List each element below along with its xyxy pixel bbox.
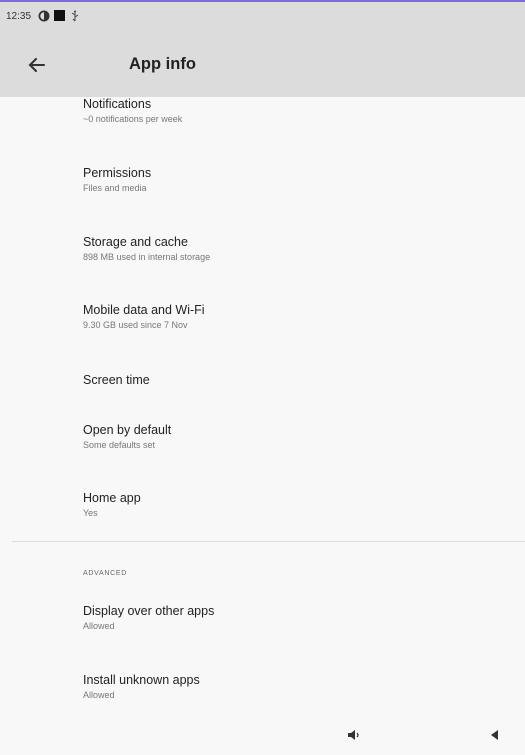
setting-subtitle: Allowed [83, 690, 115, 700]
setting-subtitle: 898 MB used in internal storage [83, 252, 211, 262]
settings-item-display-over-apps[interactable]: Display over other apps Allowed [83, 604, 503, 632]
setting-subtitle: Files and media [83, 183, 147, 193]
volume-icon[interactable] [346, 728, 362, 742]
settings-item-install-unknown-apps[interactable]: Install unknown apps Allowed [83, 673, 503, 701]
setting-title: Storage and cache [83, 235, 188, 249]
setting-subtitle: Yes [83, 508, 98, 518]
setting-title: Open by default [83, 423, 172, 437]
arrow-back-icon[interactable] [22, 50, 52, 80]
settings-item-screen-time[interactable]: Screen time [83, 373, 503, 388]
settings-item-storage[interactable]: Storage and cache 898 MB used in interna… [83, 235, 503, 263]
settings-item-permissions[interactable]: Permissions Files and media [83, 166, 503, 194]
setting-title: Screen time [83, 373, 150, 387]
setting-title: Install unknown apps [83, 673, 200, 687]
app-bar: App info [0, 34, 525, 97]
setting-title: Notifications [83, 97, 152, 111]
navigation-bar [0, 717, 525, 755]
setting-subtitle: ~0 notifications per week [83, 114, 183, 124]
page-title: App info [129, 55, 196, 73]
settings-item-open-by-default[interactable]: Open by default Some defaults set [83, 423, 503, 451]
usb-icon [71, 10, 79, 22]
settings-item-notifications[interactable]: Notifications ~0 notifications per week [83, 97, 503, 125]
setting-title: Home app [83, 491, 141, 505]
settings-item-home-app[interactable]: Home app Yes [83, 491, 503, 519]
setting-title: Mobile data and Wi-Fi [83, 303, 205, 317]
status-bar: 12:35 [0, 0, 525, 34]
settings-item-mobile-data[interactable]: Mobile data and Wi-Fi 9.30 GB used since… [83, 303, 503, 331]
section-header-advanced: ADVANCED [83, 570, 127, 577]
section-divider [12, 541, 525, 542]
setting-title: Display over other apps [83, 604, 215, 618]
setting-title: Permissions [83, 166, 152, 180]
setting-subtitle: Allowed [83, 621, 115, 631]
setting-subtitle: Some defaults set [83, 440, 156, 450]
settings-list: Notifications ~0 notifications per week … [0, 97, 525, 717]
back-triangle-icon[interactable] [488, 728, 500, 742]
status-time: 12:35 [6, 11, 32, 22]
square-icon [54, 10, 65, 21]
contrast-icon [38, 10, 50, 22]
setting-subtitle: 9.30 GB used since 7 Nov [83, 320, 188, 330]
